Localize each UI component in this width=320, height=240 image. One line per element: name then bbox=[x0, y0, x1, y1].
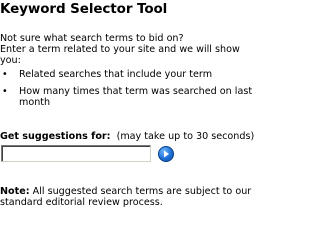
list-item-text: How many times that term was searched on… bbox=[19, 86, 253, 108]
note-text: Note: All suggested search terms are sub… bbox=[0, 186, 263, 208]
page-title: Keyword Selector Tool bbox=[0, 1, 168, 17]
go-button[interactable] bbox=[158, 146, 174, 162]
note-label: Note: bbox=[0, 186, 30, 197]
intro-line: Not sure what search terms to bid on? bbox=[0, 33, 184, 44]
suggestions-hint: (may take up to 30 seconds) bbox=[116, 131, 255, 142]
intro-line: Enter a term related to your site and we… bbox=[0, 44, 240, 55]
suggestions-label-bold: Get suggestions for: bbox=[0, 131, 111, 142]
note-line: standard editorial review process. bbox=[0, 197, 163, 208]
note-line-text: All suggested search terms are subject t… bbox=[32, 186, 252, 197]
intro-line: you: bbox=[0, 55, 21, 66]
keyword-search-input[interactable] bbox=[1, 145, 151, 162]
bullet-icon: • bbox=[2, 86, 8, 97]
bullet-icon: • bbox=[2, 69, 8, 80]
note-line: Note: All suggested search terms are sub… bbox=[0, 186, 263, 197]
feature-list: • Related searches that include your ter… bbox=[0, 69, 263, 114]
intro-text: Not sure what search terms to bid on? En… bbox=[0, 33, 263, 66]
keyword-selector-page: Keyword Selector Tool Not sure what sear… bbox=[0, 0, 263, 211]
list-item: • How many times that term was searched … bbox=[0, 86, 263, 108]
arrow-right-circle-icon bbox=[164, 150, 169, 158]
suggestions-label: Get suggestions for: (may take up to 30 … bbox=[0, 131, 254, 142]
list-item-text: Related searches that include your term bbox=[19, 69, 213, 80]
list-item: • Related searches that include your ter… bbox=[0, 69, 263, 80]
